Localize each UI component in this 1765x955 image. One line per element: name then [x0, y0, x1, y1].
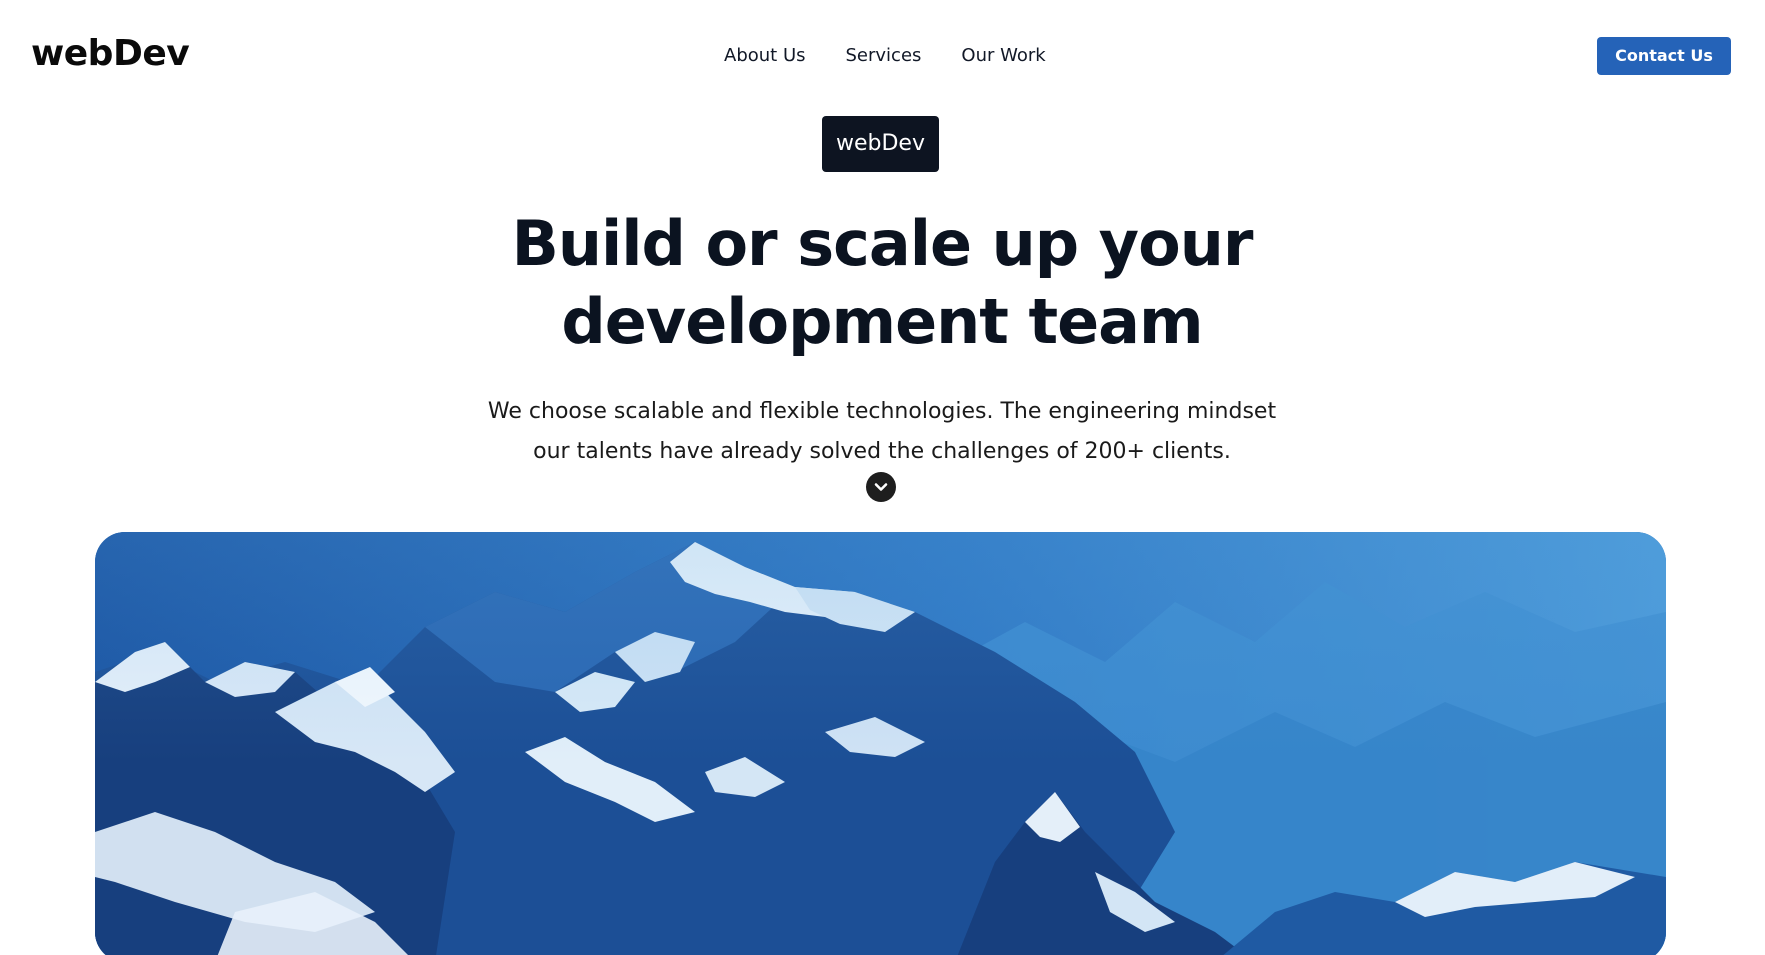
hero-subtext-line-2: our talents have already solved the chal…	[533, 439, 1231, 464]
hero-headline-line-2: development team	[561, 285, 1203, 358]
nav-link-our-work[interactable]: Our Work	[961, 45, 1045, 67]
hero-mountain-image	[95, 532, 1666, 955]
nav-links: About Us Services Our Work	[724, 45, 1046, 67]
hero-badge: webDev	[822, 116, 939, 172]
hero-subtext: We choose scalable and flexible technolo…	[432, 392, 1332, 472]
nav-link-services[interactable]: Services	[846, 45, 922, 67]
scroll-down-button[interactable]	[866, 472, 896, 502]
contact-us-button[interactable]: Contact Us	[1597, 37, 1731, 75]
hero-subtext-line-1: We choose scalable and flexible technolo…	[487, 399, 1277, 424]
hero-headline-line-1: Build or scale up your	[511, 207, 1254, 280]
nav-link-about-us[interactable]: About Us	[724, 45, 806, 67]
chevron-down-icon	[874, 482, 888, 492]
brand-logo[interactable]: webDev	[31, 33, 190, 75]
top-navigation: webDev About Us Services Our Work Contac…	[0, 0, 1765, 112]
hero-headline: Build or scale up your development team	[382, 205, 1382, 361]
landing-page: webDev About Us Services Our Work Contac…	[0, 0, 1765, 955]
